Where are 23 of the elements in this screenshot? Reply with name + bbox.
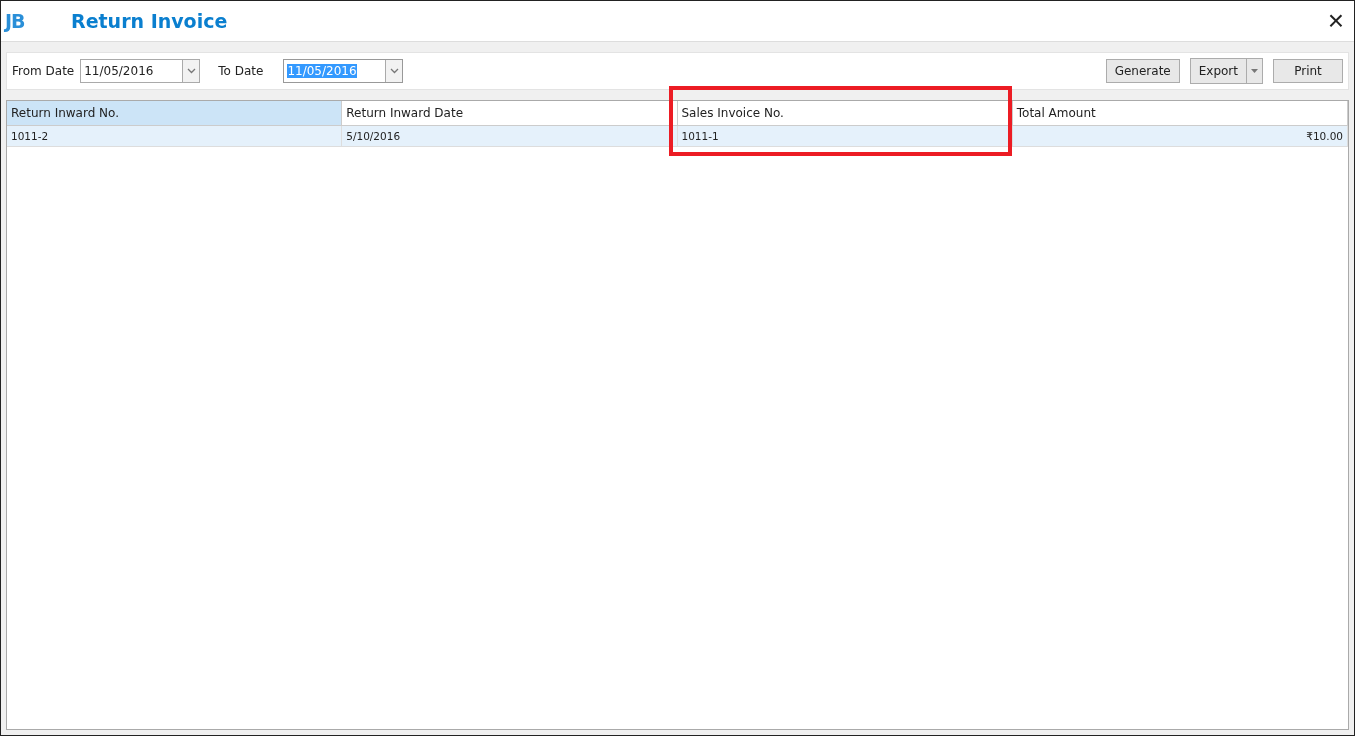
- date-field[interactable]: 11/05/2016: [80, 59, 201, 83]
- dropdown-button[interactable]: [385, 60, 403, 82]
- window-title: Return Invoice: [71, 10, 229, 32]
- table-cell: ₹10.00: [1012, 126, 1348, 147]
- export-button[interactable]: Export: [1190, 59, 1246, 83]
- table-cell: 1011-1: [677, 126, 1013, 147]
- toolbar-button[interactable]: Print: [1273, 59, 1343, 83]
- toolbar-button[interactable]: Generate: [1105, 59, 1180, 83]
- dropdown-button[interactable]: [182, 60, 200, 82]
- column-header[interactable]: Total Amount: [1012, 101, 1348, 126]
- table-cell: 5/10/2016: [342, 126, 678, 147]
- column-header[interactable]: Return Inward Date: [342, 101, 678, 126]
- caret-icon: [1251, 69, 1258, 73]
- close-button[interactable]: ×: [1321, 7, 1350, 35]
- column-header[interactable]: Sales Invoice No.: [677, 101, 1013, 126]
- app-logo: JB: [5, 10, 26, 32]
- field-label: To Date: [218, 64, 264, 78]
- chevron-down-icon: [389, 68, 399, 74]
- table-cell: 1011-2: [7, 126, 343, 147]
- chevron-down-icon: [186, 68, 196, 74]
- column-header[interactable]: Return Inward No.: [7, 101, 343, 126]
- split-button[interactable]: Export: [1189, 58, 1263, 84]
- field-label: From Date: [12, 64, 75, 78]
